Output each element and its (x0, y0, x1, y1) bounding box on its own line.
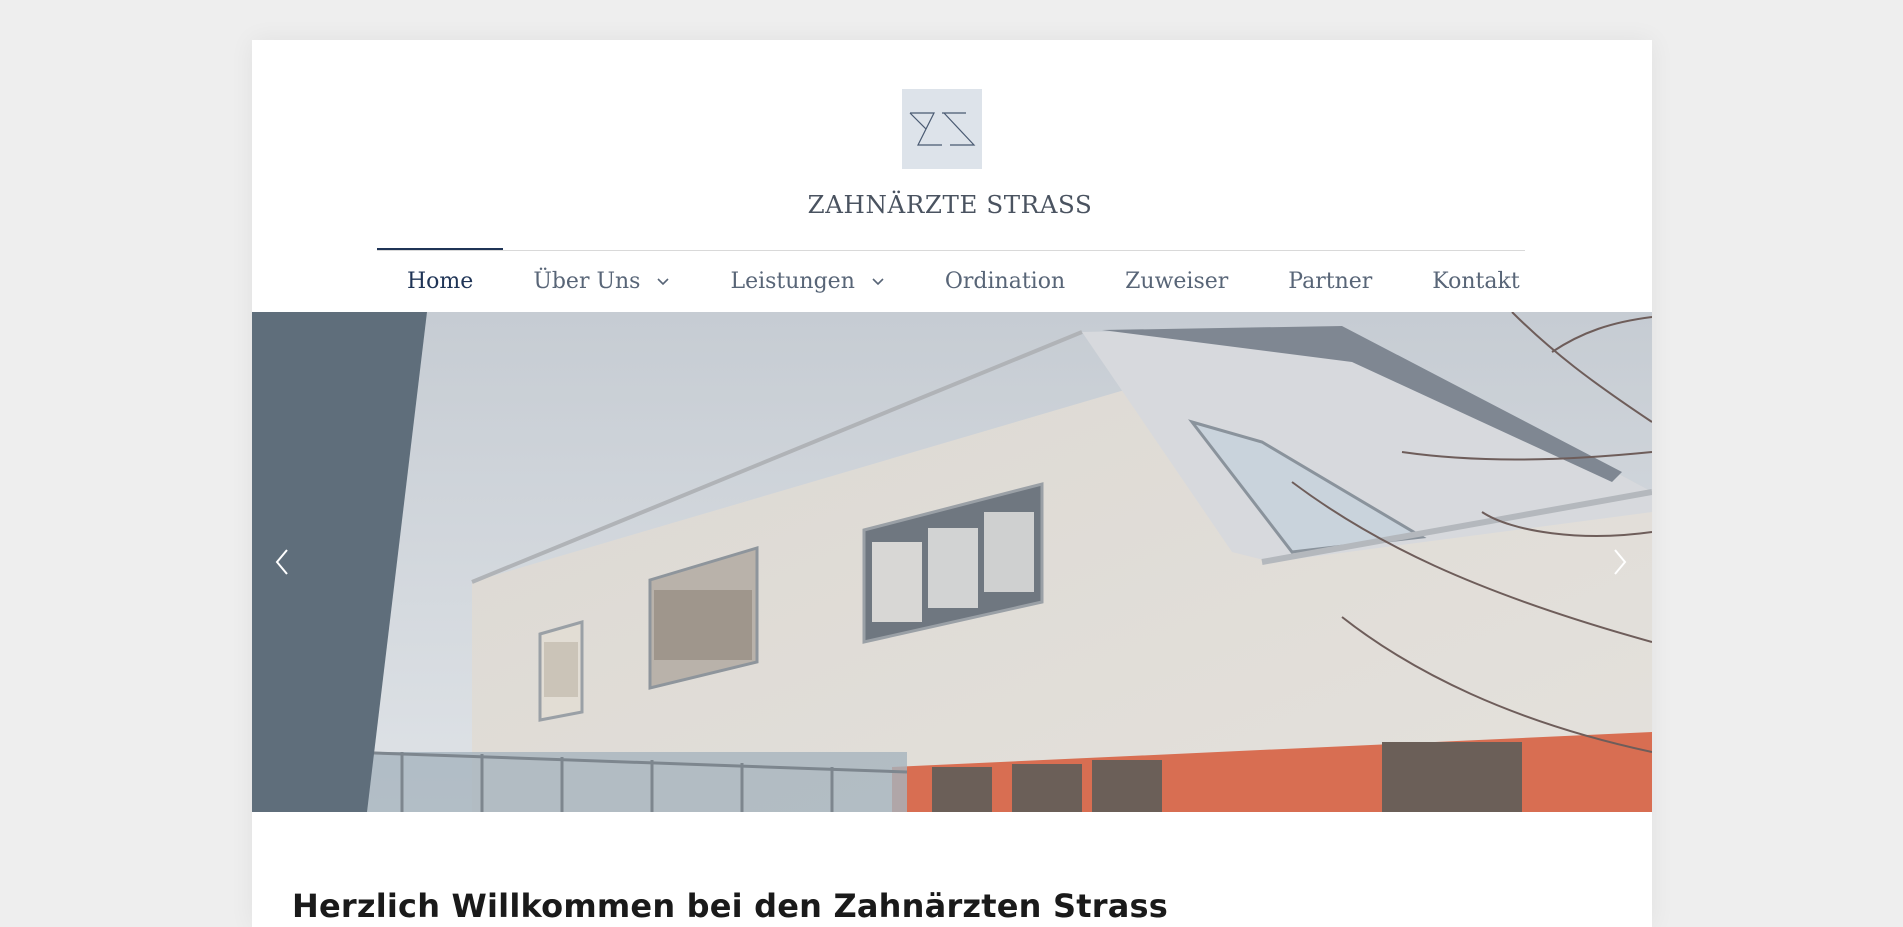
nav-item-label: Über Uns (533, 268, 641, 294)
hero-slider[interactable] (252, 312, 1652, 812)
nav-item-home[interactable]: Home (377, 248, 504, 312)
nav-item-label: Ordination (944, 268, 1066, 294)
nav-item-leistungen[interactable]: Leistungen (700, 250, 914, 312)
nav-item-partner[interactable]: Partner (1258, 250, 1402, 312)
slider-next-button[interactable] (1600, 537, 1640, 587)
nav-item-kontakt[interactable]: Kontakt (1402, 250, 1549, 312)
nav-item-ueber-uns[interactable]: Über Uns (503, 250, 700, 312)
nav-item-ordination[interactable]: Ordination (915, 250, 1095, 312)
nav-item-label: Zuweiser (1125, 268, 1229, 294)
chevron-right-icon (1614, 549, 1627, 575)
welcome-heading: Herzlich Willkommen bei den Zahnärzten S… (292, 887, 1168, 925)
nav-item-label: Kontakt (1432, 268, 1520, 294)
chevron-down-icon (657, 278, 670, 286)
modern-building-photo (252, 312, 1652, 812)
chevron-left-icon (275, 549, 288, 575)
main-navigation: Home Über Uns Leistungen Ordination Zuwe… (377, 248, 1550, 312)
page-container: ZAHNÄRZTE STRASS Home Über Uns Leistunge… (252, 40, 1652, 927)
site-title[interactable]: ZAHNÄRZTE STRASS (252, 190, 1648, 219)
site-logo[interactable] (902, 89, 982, 169)
nav-item-label: Partner (1288, 268, 1373, 294)
slider-prev-button[interactable] (262, 537, 302, 587)
nav-item-label: Home (407, 268, 474, 294)
nav-item-label: Leistungen (730, 268, 855, 294)
zs-monogram-icon (909, 112, 976, 146)
chevron-down-icon (872, 278, 884, 286)
nav-item-zuweiser[interactable]: Zuweiser (1095, 250, 1258, 312)
